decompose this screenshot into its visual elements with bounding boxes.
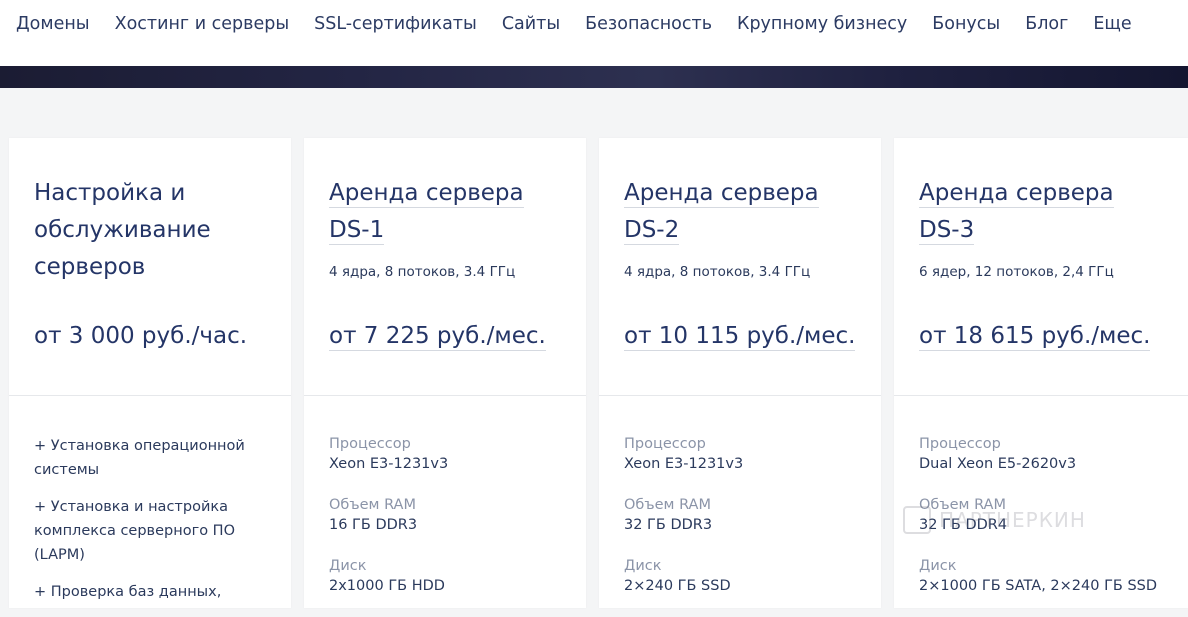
spec-value-ram: 32 ГБ DDR4 (919, 517, 1008, 533)
nav-menu: Домены Хостинг и серверы SSL-сертификаты… (16, 12, 1157, 36)
spec-list: Процессор Xeon E3-1231v3 Объем RAM 16 ГБ… (329, 434, 574, 617)
spec-value-cpu: Xeon E3-1231v3 (329, 456, 449, 472)
card-price-link[interactable]: от 18 615 руб./мес. (919, 323, 1151, 351)
card-price-link[interactable]: от 7 225 руб./мес. (329, 323, 546, 351)
server-card-ds1[interactable]: Аренда сервера DS-1 4 ядра, 8 потоков, 3… (304, 138, 586, 608)
server-card-ds3[interactable]: Аренда сервера DS-3 6 ядер, 12 потоков, … (894, 138, 1188, 608)
nav-item-hosting[interactable]: Хостинг и серверы (115, 12, 290, 36)
spec-value-cpu: Xeon E3-1231v3 (624, 456, 744, 472)
nav-item-security[interactable]: Безопасность (585, 12, 712, 36)
card-divider (304, 395, 586, 396)
feature-list: + Установка операционной системы + Устан… (34, 434, 269, 617)
card-title-link[interactable]: Аренда сервера DS-3 (919, 175, 1159, 249)
spec-value-cpu: Dual Xeon E5-2620v3 (919, 456, 1077, 472)
server-card-ds2[interactable]: Аренда сервера DS-2 4 ядра, 8 потоков, 3… (599, 138, 881, 608)
spec-label-ram: Объем RAM (624, 497, 711, 513)
spec-list: Процессор Xeon E3-1231v3 Объем RAM 32 ГБ… (624, 434, 869, 617)
spec-list: Процессор Dual Xeon E5-2620v3 Объем RAM … (919, 434, 1164, 617)
hero-banner-strip (0, 66, 1188, 88)
nav-item-ssl[interactable]: SSL-сертификаты (314, 12, 477, 36)
nav-item-blog[interactable]: Блог (1025, 12, 1068, 36)
spec-value-ram: 16 ГБ DDR3 (329, 517, 418, 533)
feature-item: + Проверка баз данных, (34, 584, 222, 600)
spec-label-disk: Диск (329, 558, 367, 574)
nav-item-domains[interactable]: Домены (16, 12, 90, 36)
spec-label-cpu: Процессор (919, 436, 1001, 452)
nav-item-bonuses[interactable]: Бонусы (932, 12, 1000, 36)
service-card-maintenance[interactable]: Настройка и обслуживание серверов от 3 0… (9, 138, 291, 608)
card-title-link[interactable]: Аренда сервера DS-2 (624, 175, 864, 249)
card-subtitle: 6 ядер, 12 потоков, 2,4 ГГц (919, 264, 1114, 280)
feature-item: + Установка и настройка комплекса сервер… (34, 499, 235, 563)
spec-label-cpu: Процессор (329, 436, 411, 452)
spec-label-ram: Объем RAM (329, 497, 416, 513)
card-divider (894, 395, 1188, 396)
card-price-link[interactable]: от 10 115 руб./мес. (624, 323, 856, 351)
card-subtitle: 4 ядра, 8 потоков, 3.4 ГГц (329, 264, 516, 280)
spec-value-disk: 2×240 ГБ SSD (624, 578, 731, 594)
nav-item-sites[interactable]: Сайты (502, 12, 560, 36)
feature-item: + Установка операционной системы (34, 438, 245, 478)
nav-item-more[interactable]: Еще (1093, 12, 1131, 36)
spec-label-disk: Диск (919, 558, 957, 574)
spec-label-ram: Объем RAM (919, 497, 1006, 513)
card-price: от 3 000 руб./час. (34, 323, 248, 349)
spec-label-disk: Диск (624, 558, 662, 574)
card-subtitle: 4 ядра, 8 потоков, 3.4 ГГц (624, 264, 811, 280)
card-divider (599, 395, 881, 396)
spec-label-cpu: Процессор (624, 436, 706, 452)
nav-item-business[interactable]: Крупному бизнесу (737, 12, 907, 36)
top-navigation: Домены Хостинг и серверы SSL-сертификаты… (0, 0, 1188, 66)
card-title-link[interactable]: Аренда сервера DS-1 (329, 175, 569, 249)
spec-value-ram: 32 ГБ DDR3 (624, 517, 713, 533)
card-title[interactable]: Настройка и обслуживание серверов (34, 175, 274, 286)
spec-value-disk: 2x1000 ГБ HDD (329, 578, 445, 594)
spec-value-disk: 2×1000 ГБ SATA, 2×240 ГБ SSD (919, 578, 1158, 594)
card-divider (9, 395, 291, 396)
